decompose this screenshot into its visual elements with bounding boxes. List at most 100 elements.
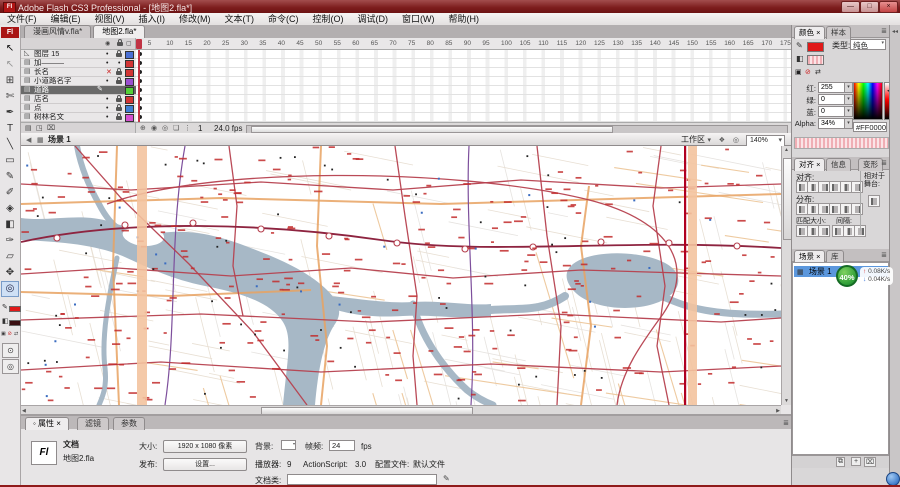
eye-icon[interactable]: ◉	[105, 40, 110, 47]
no-color-icon[interactable]: ⊘	[805, 68, 811, 76]
default-colors-icon[interactable]: ▣	[795, 68, 802, 76]
swap-colors-icon[interactable]: ⇄	[815, 68, 821, 76]
default-colors-mini-icon[interactable]: ▣	[1, 331, 6, 337]
outline-icon[interactable]: ▢	[126, 40, 132, 47]
tool-stroke-color-swatch[interactable]: ✎	[2, 303, 8, 311]
menu-item-8[interactable]: 调试(D)	[351, 14, 396, 25]
frame-ruler[interactable]: 5 10 15 20 25 30 35 40 45 50 55 60 65 70 75 80 85 90 95 100…	[136, 38, 791, 50]
tool-rectangle-icon[interactable]: ▭	[1, 153, 19, 169]
tools-panel-header[interactable]: Fl	[1, 27, 19, 38]
layer-name[interactable]: 长名	[34, 68, 49, 76]
scroll-down-icon[interactable]: ▼	[784, 397, 789, 405]
layer-lock-icon[interactable]	[116, 68, 122, 75]
tool-ink-bottle-icon[interactable]: ◈	[1, 201, 19, 217]
tool-zoom-icon[interactable]: ◎	[1, 281, 19, 297]
stroke-color-bar[interactable]	[9, 306, 21, 312]
fill-color-swatch[interactable]	[807, 55, 824, 65]
layer-visible-dot[interactable]: •	[106, 51, 108, 58]
layer-name[interactable]: 树林名文	[34, 113, 64, 121]
tool-hand-icon[interactable]: ✥	[1, 265, 19, 281]
color-row-stepper-icon[interactable]: ▾	[844, 94, 853, 105]
close-button[interactable]: ×	[879, 1, 898, 13]
lock-icon[interactable]	[117, 39, 123, 46]
tool-selection-icon[interactable]: ↖	[1, 41, 19, 57]
fill-color-bar[interactable]	[9, 320, 21, 326]
onion-skin-outlines-icon[interactable]: ◎	[162, 124, 168, 133]
tool-pencil-icon[interactable]: ✎	[1, 169, 19, 185]
fill-bucket-icon[interactable]: ◧	[796, 54, 804, 63]
layer-row-7[interactable]: ▤ 树林名文 •	[21, 113, 136, 122]
properties-tab-0[interactable]: ◦ 属性 ×	[25, 417, 69, 430]
recorder-float-button[interactable]	[886, 472, 900, 485]
tool-text-icon[interactable]: T	[1, 121, 19, 137]
color-type-dropdown[interactable]: 纯色 ▾	[850, 39, 886, 50]
menu-item-0[interactable]: 文件(F)	[0, 14, 44, 25]
layer-row-0[interactable]: ◺ 图层 15 •	[21, 50, 136, 59]
color-row-value[interactable]: 34%	[818, 118, 846, 129]
new-folder-button[interactable]: ◳	[36, 124, 43, 132]
delete-layer-button[interactable]: ⌧	[47, 124, 55, 132]
layer-lock-icon[interactable]	[116, 104, 122, 111]
layer-name[interactable]: 小道路名字	[34, 77, 72, 85]
properties-tab-1[interactable]: 滤镜	[77, 417, 109, 430]
layer-name[interactable]: 店名	[34, 95, 49, 103]
tool-lasso-icon[interactable]: ✄	[1, 89, 19, 105]
color-row-stepper-icon[interactable]: ▾	[844, 82, 853, 93]
layer-row-6[interactable]: ▤ 点 •	[21, 104, 136, 113]
menu-item-5[interactable]: 文本(T)	[218, 14, 262, 25]
layer-lock-icon[interactable]	[116, 95, 122, 102]
align-button[interactable]	[851, 203, 863, 215]
workspace-dropdown[interactable]: 工作区	[681, 135, 705, 145]
swap-colors-mini-icon[interactable]: ⇄	[14, 331, 18, 337]
align-tab-2[interactable]: 变形	[858, 158, 883, 171]
doc-tab-1[interactable]: 地图2.fla*	[93, 25, 146, 38]
tool-fill-color-swatch[interactable]: ◧	[2, 317, 9, 325]
collapse-panels-icon[interactable]: ◂◂	[892, 28, 898, 35]
menu-item-7[interactable]: 控制(O)	[306, 14, 351, 25]
layer-name[interactable]: 道路	[34, 86, 49, 94]
hex-input[interactable]: #FF0000	[853, 122, 887, 132]
to-stage-toggle[interactable]	[868, 195, 880, 207]
layer-outline-color[interactable]	[125, 114, 134, 122]
title-bar[interactable]: Fl Adobe Flash CS3 Professional - [地图2.f…	[0, 0, 900, 13]
profile-value[interactable]: 默认文件	[413, 460, 445, 470]
menu-item-6[interactable]: 命令(C)	[261, 14, 306, 25]
no-color-mini-icon[interactable]: ⊘	[8, 331, 12, 337]
modify-onion-markers-icon[interactable]: ⋮	[184, 124, 191, 133]
layer-row-3[interactable]: ▤ 小道路名字 •	[21, 77, 136, 86]
menu-item-9[interactable]: 窗口(W)	[395, 14, 442, 25]
color-row-stepper-icon[interactable]: ▾	[844, 118, 853, 129]
scroll-up-icon[interactable]: ▲	[784, 146, 789, 154]
fps-input[interactable]: 24	[329, 440, 355, 451]
align-button[interactable]	[818, 225, 830, 237]
layer-name[interactable]: 点	[34, 104, 42, 112]
menu-item-1[interactable]: 编辑(E)	[44, 14, 88, 25]
color-row-value[interactable]: 255	[818, 82, 846, 93]
layer-hidden-x-icon[interactable]: ✕	[106, 69, 112, 76]
color-panel-menu-icon[interactable]: ≣	[881, 27, 887, 35]
edit-symbols-icon[interactable]: ◎	[733, 136, 739, 144]
background-swatch[interactable]: ▾	[281, 440, 296, 450]
tool-eyedropper-icon[interactable]: ✑	[1, 233, 19, 249]
network-monitor-overlay[interactable]: 40% ↑ 0.08K/s ↓ 0.04K/s	[836, 263, 898, 293]
layer-visible-dot[interactable]: •	[106, 114, 108, 121]
workspace-arrow-icon[interactable]: ▾	[707, 136, 711, 144]
tool-paint-bucket-icon[interactable]: ◧	[1, 217, 19, 233]
color-field[interactable]	[853, 82, 883, 120]
document-class-input[interactable]	[287, 474, 437, 485]
color-tab-0[interactable]: 颜色 ×	[794, 26, 826, 39]
color-row-value[interactable]: 0	[818, 106, 846, 117]
align-button[interactable]	[851, 181, 863, 193]
back-icon[interactable]: ◀	[26, 136, 31, 144]
new-layer-button[interactable]: ▤	[25, 124, 32, 132]
edit-class-pencil-icon[interactable]: ✎	[443, 474, 450, 483]
align-tab-1[interactable]: 信息	[826, 158, 851, 171]
color-row-stepper-icon[interactable]: ▾	[844, 106, 853, 117]
layer-name[interactable]: 加———	[34, 59, 64, 67]
maximize-button[interactable]: □	[860, 1, 879, 13]
horizontal-scrollbar[interactable]: ◀ ▶	[21, 405, 781, 415]
layer-lock-icon[interactable]	[116, 50, 122, 57]
layer-row-2[interactable]: ▤ 长名 ✕	[21, 68, 136, 77]
delete-scene-icon[interactable]: ⌧	[864, 457, 877, 467]
tool-option-mode-icon[interactable]: ◎	[2, 359, 19, 374]
